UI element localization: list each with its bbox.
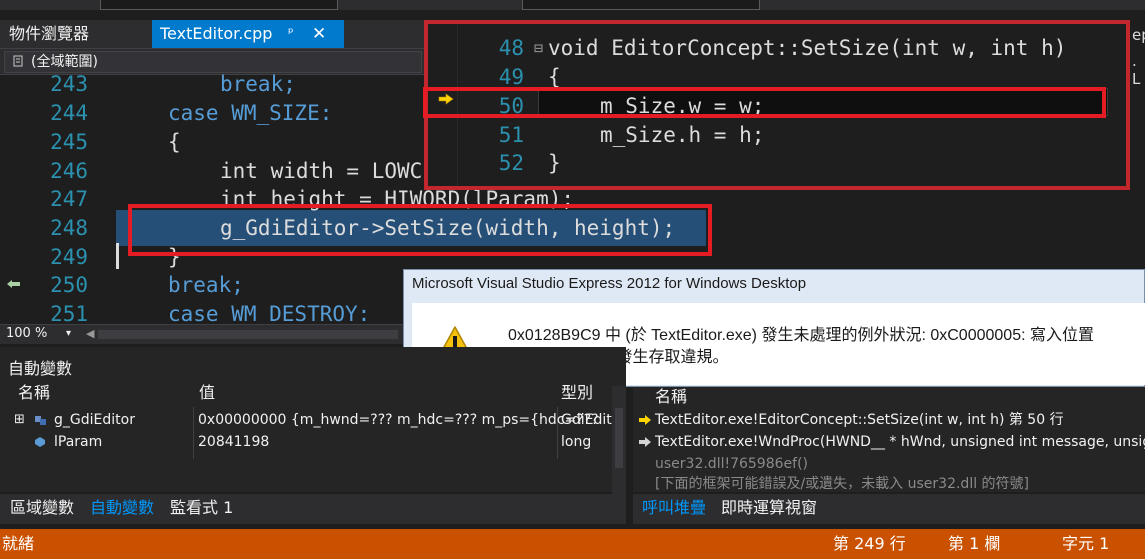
code-token: break; [220, 72, 296, 96]
annotation-box-left [128, 204, 712, 256]
scope-icon [13, 55, 23, 67]
scroll-left-icon[interactable]: ◀ [86, 325, 94, 343]
thread-indicator-icon [7, 280, 20, 288]
variable-name: lParam [54, 434, 103, 450]
code-line[interactable]: break; [168, 271, 244, 299]
code-token: int width = LOWC [220, 159, 423, 183]
tab-autos[interactable]: 自動變數 [86, 494, 158, 522]
panel-title: 自動變數 [8, 359, 73, 378]
variable-name: g_GdiEditor [54, 412, 135, 428]
expand-icon[interactable]: ⊞ [14, 409, 25, 431]
code-token: case WM_DESTROY: [168, 302, 371, 326]
collapse-icon[interactable]: ⊟ [534, 34, 543, 62]
pointer-variable-icon [35, 416, 46, 425]
status-ready: 就緒 [2, 534, 35, 553]
autos-panel: 自動變數 名稱 值 型別 ⊞ g_GdiEditor 0x00000000 {m… [0, 347, 626, 492]
tab-label: 物件瀏覽器 [9, 24, 90, 43]
tab-label: TextEditor.cpp [160, 24, 273, 43]
code-token: { [548, 65, 561, 89]
vertical-scrollbar[interactable] [612, 386, 626, 494]
column-header-name[interactable]: 名稱 [18, 383, 50, 403]
tab-locals[interactable]: 區域變數 [6, 494, 78, 522]
call-stack-frame[interactable]: user32.dll!765986ef() [655, 453, 808, 475]
call-stack-frame[interactable]: TextEditor.exe!EditorConcept::SetSize(in… [655, 409, 1064, 431]
code-token: case WM_SIZE: [168, 101, 333, 125]
variable-icon [35, 437, 45, 447]
code-line[interactable]: void EditorConcept::SetSize(int w, int h… [548, 34, 1066, 62]
bottom-tab-row-left: 區域變數 自動變數 監看式 1 [0, 494, 626, 524]
code-line[interactable]: m_Size.h = h; [600, 121, 764, 149]
execution-arrow-icon [438, 93, 454, 105]
status-bar: 就緒 第 249 行 第 1 欄 字元 1 [0, 529, 1145, 559]
code-line[interactable]: case WM_SIZE: [168, 99, 332, 127]
variable-value: 0x00000000 {m_hwnd=??? m_hdc=??? m_ps={h… [198, 412, 599, 428]
tab-object-browser[interactable]: 物件瀏覽器 [0, 20, 161, 48]
scrollbar-thumb[interactable] [615, 408, 623, 468]
code-line[interactable]: { [168, 128, 181, 156]
line-number: 246 [50, 159, 88, 183]
frame-arrow-icon [639, 437, 651, 447]
line-number: 48 [498, 36, 524, 60]
annotation-box-right [423, 87, 1106, 118]
call-stack-frame[interactable]: [下面的框架可能錯誤及/或遺失，未載入 user32.dll 的符號] [655, 473, 1029, 495]
clipped-text: . L [1132, 52, 1141, 88]
column-header-value[interactable]: 值 [199, 383, 215, 403]
line-number: 245 [50, 130, 88, 154]
code-token: { [168, 130, 181, 154]
scope-label: (全域範圍) [31, 54, 98, 70]
column-header-name[interactable]: 名稱 [655, 387, 687, 407]
bottom-tab-row-right: 呼叫堆疊 即時運算視窗 [633, 494, 1145, 524]
code-line[interactable]: int width = LOWC [220, 157, 422, 185]
code-line[interactable]: } [548, 149, 561, 177]
chevron-down-icon[interactable]: ▾ [66, 325, 71, 343]
caret-bar [116, 243, 119, 269]
call-stack-frame[interactable]: TextEditor.exe!WndProc(HWND__ * hWnd, un… [655, 431, 1145, 453]
clipped-text: ep [1132, 26, 1145, 44]
horizontal-scrollbar[interactable] [98, 330, 398, 339]
tab-texteditor-cpp[interactable]: TextEditor.cpp ᵖ ✕ [152, 20, 344, 48]
column-header-type[interactable]: 型別 [561, 383, 593, 403]
code-token: } [548, 151, 561, 175]
code-token: void EditorConcept::SetSize(int w, int h… [548, 36, 1067, 60]
zoom-level[interactable]: 100 % [6, 325, 47, 343]
editor-zoom-bar: 100 % ▾ ◀ [0, 324, 404, 344]
table-row[interactable]: ⊞ g_GdiEditor 0x00000000 {m_hwnd=??? m_h… [14, 409, 614, 431]
status-line: 第 249 行 [833, 534, 906, 553]
tab-watch-1[interactable]: 監看式 1 [166, 494, 237, 522]
variable-value: 20841198 [198, 434, 270, 450]
pin-icon[interactable]: ᵖ [288, 20, 294, 48]
code-token: m_Size.h = h; [600, 123, 765, 147]
dialog-title: Microsoft Visual Studio Express 2012 for… [412, 275, 807, 292]
line-number: 52 [498, 151, 524, 175]
variable-type: long [561, 434, 592, 450]
table-row[interactable]: lParam 20841198 long [14, 431, 614, 453]
document-tab-row: 物件瀏覽器 TextEditor.cpp ᵖ ✕ [0, 20, 424, 48]
line-number: 51 [498, 123, 524, 147]
line-number: 250 [50, 273, 88, 297]
line-number: 244 [50, 101, 88, 125]
line-number: 247 [50, 187, 88, 211]
code-line[interactable]: break; [220, 70, 296, 98]
dialog-message-line: 0x0128B9C9 中 (於 TextEditor.exe) 發生未處理的例外… [508, 327, 1094, 344]
variable-type: GdiEdit [561, 412, 612, 428]
current-frame-arrow-icon [639, 415, 651, 425]
line-number: 243 [50, 72, 88, 96]
tab-call-stack[interactable]: 呼叫堆疊 [638, 494, 710, 522]
line-number: 248 [50, 216, 88, 240]
tab-immediate-window[interactable]: 即時運算視窗 [717, 494, 821, 522]
code-token: break; [168, 273, 244, 297]
status-column: 第 1 欄 [948, 534, 1001, 553]
call-stack-panel: 名稱 TextEditor.exe!EditorConcept::SetSize… [633, 387, 1145, 492]
status-char: 字元 1 [1062, 534, 1110, 553]
line-number: 249 [50, 245, 88, 269]
close-icon[interactable]: ✕ [312, 20, 326, 48]
top-toolbar-strip [0, 0, 1145, 10]
